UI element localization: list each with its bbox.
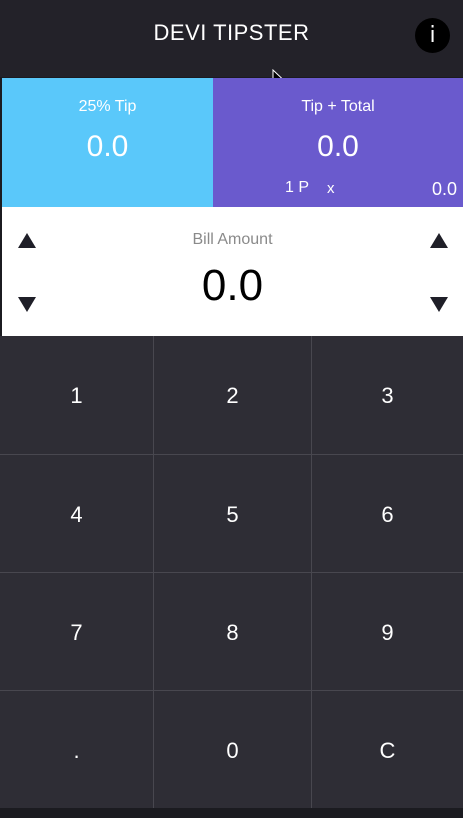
key-5[interactable]: 5 [154, 455, 311, 572]
tip-panel: 25% Tip 0.0 [2, 78, 213, 207]
keypad: 1 2 3 4 5 6 7 8 9 . 0 C [0, 336, 463, 808]
key-clear[interactable]: C [312, 691, 463, 808]
bottom-bar [0, 808, 463, 818]
key-4[interactable]: 4 [0, 455, 153, 572]
header-bar: DEVI TIPSTER i [0, 0, 463, 87]
total-label: Tip + Total [301, 98, 375, 115]
key-2[interactable]: 2 [154, 336, 311, 454]
bill-amount-value: 0.0 [201, 261, 264, 310]
key-1[interactable]: 1 [0, 336, 153, 454]
info-button[interactable]: i [415, 18, 450, 53]
total-panel: Tip + Total 0.0 1 P x 0.0 [213, 78, 463, 207]
tip-amount-value: 0.0 [86, 130, 129, 163]
persons-count: 1 P [285, 179, 310, 196]
bill-section: Bill Amount 0.0 [2, 207, 463, 336]
app-title: DEVI TIPSTER [153, 20, 310, 45]
key-decimal[interactable]: . [0, 691, 153, 808]
key-7[interactable]: 7 [0, 573, 153, 690]
persons-increase-arrow-icon[interactable] [430, 233, 448, 248]
key-8[interactable]: 8 [154, 573, 311, 690]
key-9[interactable]: 9 [312, 573, 463, 690]
times-symbol: x [327, 180, 335, 197]
key-0[interactable]: 0 [154, 691, 311, 808]
tip-percent-label: 25% Tip [78, 98, 137, 115]
persons-decrease-arrow-icon[interactable] [430, 297, 448, 312]
key-3[interactable]: 3 [312, 336, 463, 454]
tip-calculator-app: DEVI TIPSTER i 25% Tip 0.0 Tip + Total 0… [0, 0, 463, 818]
key-6[interactable]: 6 [312, 455, 463, 572]
total-value: 0.0 [317, 130, 359, 163]
bill-amount-label: Bill Amount [192, 231, 273, 248]
per-person-value: 0.0 [431, 179, 457, 199]
